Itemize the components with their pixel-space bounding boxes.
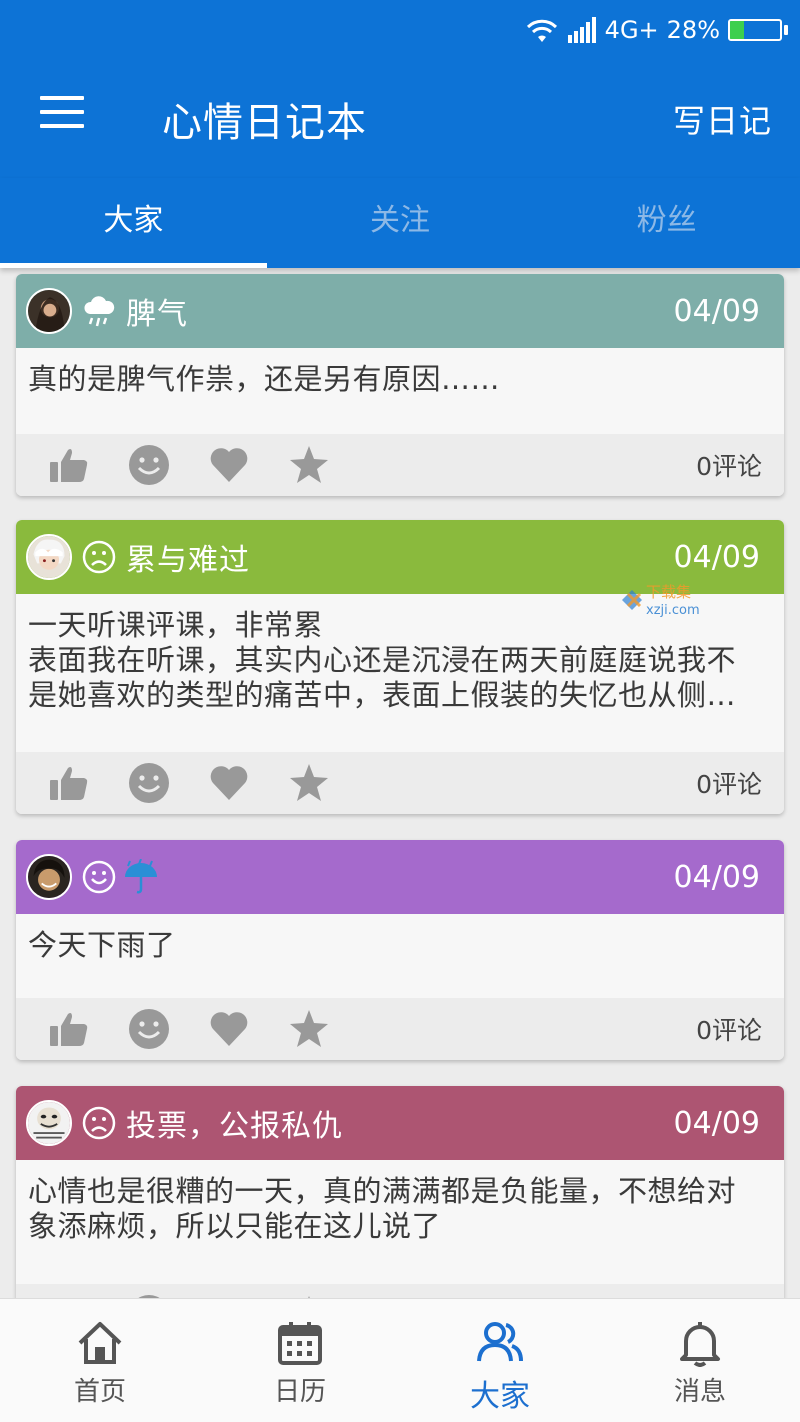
card-actions: 0评论 — [16, 998, 784, 1060]
card-date: 04/09 — [673, 293, 760, 329]
heart-icon[interactable] — [208, 444, 250, 486]
app-bar: 心情日记本 写日记 — [0, 60, 800, 178]
card-body[interactable]: 真的是脾气作祟，还是另有原因…… — [16, 348, 784, 397]
card-header: 投票，公报私仇 04/09 — [16, 1086, 784, 1160]
card-header: 脾气 04/09 — [16, 274, 784, 348]
card-title: 累与难过 — [126, 543, 250, 578]
card-title: 脾气 — [126, 297, 188, 332]
card-body[interactable]: 心情也是很糟的一天，真的满满都是负能量，不想给对 象添麻烦，所以只能在这儿说了 — [16, 1160, 784, 1244]
like-thumb-icon[interactable] — [48, 444, 90, 486]
tab-fans[interactable]: 粉丝 — [533, 178, 800, 268]
menu-icon[interactable] — [40, 96, 84, 132]
nav-everyone[interactable]: 大家 — [400, 1299, 600, 1422]
avatar[interactable] — [26, 288, 72, 334]
card-title: 投票，公报私仇 — [126, 1109, 343, 1144]
card-body[interactable]: 今天下雨了 — [16, 914, 784, 963]
signal-icon — [567, 17, 597, 43]
diary-card[interactable]: 累与难过 04/09 一天听课评课，非常累 表面我在听课，其实内心还是沉浸在两天… — [16, 520, 784, 814]
nav-calendar[interactable]: 日历 — [200, 1299, 400, 1422]
avatar[interactable] — [26, 854, 72, 900]
nav-label: 大家 — [470, 1379, 530, 1414]
watermark-text-en: xzji.com — [646, 603, 700, 618]
network-type: 4G+ — [604, 16, 659, 44]
nav-messages[interactable]: 消息 — [600, 1299, 800, 1422]
home-icon — [76, 1319, 124, 1367]
nav-label: 首页 — [73, 1377, 126, 1407]
sad-face-icon — [82, 540, 116, 574]
card-date: 04/09 — [673, 1105, 760, 1141]
rain-cloud-icon — [82, 294, 116, 328]
avatar[interactable] — [26, 1100, 72, 1146]
tab-everyone[interactable]: 大家 — [0, 178, 267, 268]
body-line: 表面我在听课，其实内心还是沉浸在两天前庭庭说我不 — [28, 643, 737, 677]
watermark-text-cn: 下载集 — [646, 583, 691, 601]
star-icon[interactable] — [288, 762, 330, 804]
card-header: 04/09 — [16, 840, 784, 914]
body-line: 心情也是很糟的一天，真的满满都是负能量，不想给对 — [28, 1174, 737, 1208]
nav-home[interactable]: 首页 — [0, 1299, 200, 1422]
diary-card[interactable]: 投票，公报私仇 04/09 心情也是很糟的一天，真的满满都是负能量，不想给对 象… — [16, 1086, 784, 1298]
card-actions: 0评论 — [16, 752, 784, 814]
watermark-logo: 下载集 xzji.com — [620, 580, 730, 620]
tab-following[interactable]: 关注 — [267, 178, 534, 268]
bell-icon — [676, 1319, 724, 1367]
avatar[interactable] — [26, 534, 72, 580]
body-line: 是她喜欢的类型的痛苦中，表面上假装的失忆也从侧… — [28, 678, 737, 712]
diary-card[interactable]: 脾气 04/09 真的是脾气作祟，还是另有原因…… 0评论 — [16, 274, 784, 496]
star-icon[interactable] — [288, 444, 330, 486]
heart-icon[interactable] — [208, 762, 250, 804]
smile-icon[interactable] — [128, 762, 170, 804]
star-icon[interactable] — [288, 1008, 330, 1050]
card-actions — [16, 1284, 784, 1298]
diary-card[interactable]: 04/09 今天下雨了 0评论 — [16, 840, 784, 1060]
nav-label: 消息 — [673, 1377, 726, 1407]
happy-face-icon — [82, 860, 116, 894]
like-thumb-icon[interactable] — [48, 762, 90, 804]
diary-feed[interactable]: 脾气 04/09 真的是脾气作祟，还是另有原因…… 0评论 累与难过 04/09… — [0, 268, 800, 1298]
status-bar: 4G+ 28% — [0, 0, 800, 60]
nav-label: 日历 — [273, 1377, 326, 1407]
smile-icon[interactable] — [128, 444, 170, 486]
bottom-navigation: 首页 日历 大家 消息 — [0, 1298, 800, 1422]
umbrella-rain-icon — [122, 859, 160, 895]
heart-icon[interactable] — [208, 1008, 250, 1050]
write-diary-button[interactable]: 写日记 — [673, 96, 772, 142]
wifi-icon — [525, 16, 559, 44]
battery-percent: 28% — [666, 16, 720, 44]
card-actions: 0评论 — [16, 434, 784, 496]
body-line: 象添麻烦，所以只能在这儿说了 — [28, 1209, 442, 1243]
like-thumb-icon[interactable] — [48, 1008, 90, 1050]
comments-count[interactable]: 0评论 — [696, 765, 762, 801]
smile-icon[interactable] — [128, 1008, 170, 1050]
people-icon — [476, 1319, 524, 1367]
sad-face-icon — [82, 1106, 116, 1140]
card-date: 04/09 — [673, 539, 760, 575]
tab-bar: 大家 关注 粉丝 — [0, 178, 800, 268]
comments-count[interactable]: 0评论 — [696, 447, 762, 483]
calendar-icon — [276, 1319, 324, 1367]
card-date: 04/09 — [673, 859, 760, 895]
page-title: 心情日记本 — [162, 100, 367, 146]
battery-icon — [728, 19, 788, 41]
comments-count[interactable]: 0评论 — [696, 1011, 762, 1047]
